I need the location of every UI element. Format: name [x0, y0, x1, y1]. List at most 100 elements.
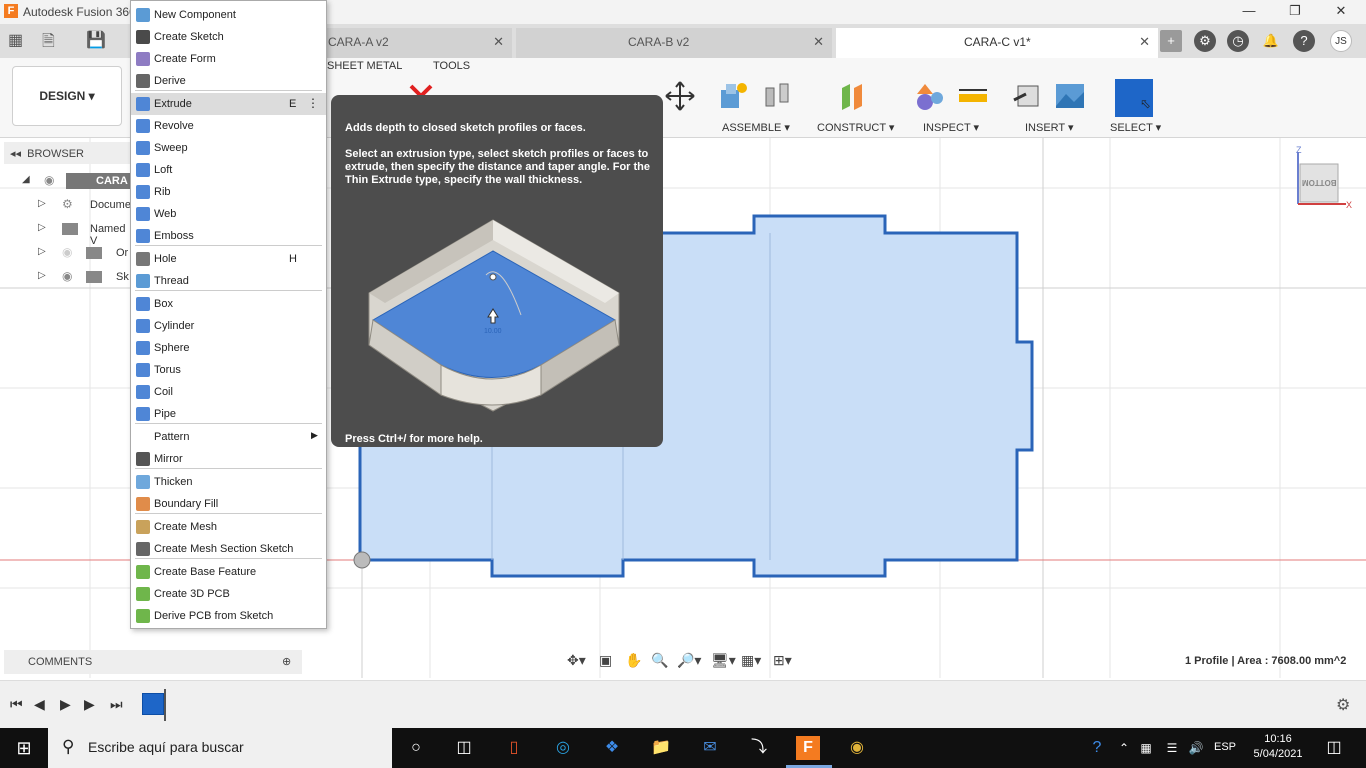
menu-item-emboss[interactable]: Emboss: [131, 225, 326, 247]
expand-icon[interactable]: ▷: [38, 270, 46, 281]
app-grid-icon[interactable]: ▦: [8, 30, 23, 50]
tray-expand-icon[interactable]: ⌃: [1112, 736, 1136, 760]
menu-item-torus[interactable]: Torus: [131, 359, 326, 381]
display-settings-icon[interactable]: 🖥▾: [711, 652, 736, 669]
tab-cara-c[interactable]: CARA-C v1* ✕: [836, 28, 1158, 58]
dropbox-icon[interactable]: ❖: [600, 736, 624, 760]
offset-plane-icon[interactable]: [836, 80, 868, 112]
menu-item-revolve[interactable]: Revolve: [131, 115, 326, 137]
mail-icon[interactable]: ✉: [698, 736, 722, 760]
menu-item-create-form[interactable]: Create Form: [131, 48, 326, 70]
notifications-icon[interactable]: 🔔: [1260, 30, 1282, 52]
comments-panel[interactable]: COMMENTS ⊕: [4, 650, 302, 674]
orbit-icon[interactable]: ✥▾: [567, 652, 586, 669]
extensions-icon[interactable]: ⚙: [1194, 30, 1216, 52]
menu-item-create-sketch[interactable]: Create Sketch: [131, 26, 326, 48]
close-tab-icon[interactable]: ✕: [1139, 34, 1150, 50]
chrome-browser-icon[interactable]: ◉: [845, 736, 869, 760]
maximize-button[interactable]: ❐: [1272, 2, 1318, 22]
menu-item-thread[interactable]: Thread: [131, 270, 326, 292]
menu-item-coil[interactable]: Coil: [131, 381, 326, 403]
menu-item-sweep[interactable]: Sweep: [131, 137, 326, 159]
menu-item-loft[interactable]: Loft: [131, 159, 326, 181]
help-tray-icon[interactable]: ?: [1085, 736, 1109, 760]
interference-icon[interactable]: [913, 80, 945, 112]
windows-start-icon[interactable]: ⊞: [12, 736, 36, 760]
office-icon[interactable]: ▯: [502, 736, 526, 760]
inspect-menu[interactable]: INSPECT ▾: [923, 121, 979, 134]
browser-item-document-settings[interactable]: ▷ ⚙ Docume: [0, 194, 131, 216]
step-back-icon[interactable]: ◀: [34, 696, 45, 713]
taskbar-clock[interactable]: 10:16 5/04/2021: [1250, 732, 1306, 762]
workspace-switcher-button[interactable]: DESIGN ▾: [12, 66, 122, 126]
menu-item-derive[interactable]: Derive: [131, 70, 326, 92]
notifications-center-icon[interactable]: ◫: [1322, 736, 1346, 760]
menu-item-derive-pcb-from-sketch[interactable]: Derive PCB from Sketch: [131, 605, 326, 627]
insert-menu[interactable]: INSERT ▾: [1025, 121, 1074, 134]
menu-item-new-component[interactable]: New Component: [131, 4, 326, 26]
tab-tools[interactable]: TOOLS: [433, 60, 470, 72]
menu-item-create-mesh[interactable]: Create Mesh: [131, 516, 326, 538]
collapse-icon[interactable]: ◢: [22, 174, 30, 185]
expand-icon[interactable]: ▷: [38, 246, 46, 257]
go-to-start-icon[interactable]: ⏮: [10, 696, 23, 713]
measure-icon[interactable]: [957, 80, 989, 112]
fit-icon[interactable]: 🔎▾: [677, 652, 701, 669]
close-tab-icon[interactable]: ✕: [493, 34, 504, 50]
visibility-eye-icon[interactable]: ◉: [44, 173, 54, 187]
assemble-menu[interactable]: ASSEMBLE ▾: [722, 121, 790, 134]
menu-item-mirror[interactable]: Mirror: [131, 448, 326, 470]
menu-item-hole[interactable]: Hole H: [131, 248, 326, 270]
file-explorer-icon[interactable]: 📁: [649, 736, 673, 760]
menu-item-create-3d-pcb[interactable]: Create 3D PCB: [131, 583, 326, 605]
help-icon[interactable]: ?: [1293, 30, 1315, 52]
expand-icon[interactable]: ▷: [38, 222, 46, 233]
menu-item-create-base-feature[interactable]: Create Base Feature: [131, 561, 326, 583]
tab-cara-a[interactable]: CARA-A v2 ✕: [318, 28, 512, 58]
browser-item-origin[interactable]: ▷ ◉ Or: [0, 242, 130, 264]
move-icon[interactable]: [664, 80, 696, 112]
menu-item-thicken[interactable]: Thicken: [131, 471, 326, 493]
hidden-eye-icon[interactable]: ◉: [62, 245, 72, 259]
menu-item-cylinder[interactable]: Cylinder: [131, 315, 326, 337]
go-to-end-icon[interactable]: ⏭: [110, 696, 123, 713]
select-menu[interactable]: SELECT ▾: [1110, 121, 1161, 134]
edge-browser-icon[interactable]: ◎: [551, 736, 575, 760]
save-icon[interactable]: 💾: [86, 30, 106, 50]
language-indicator[interactable]: ESP: [1214, 741, 1236, 753]
joint-icon[interactable]: [761, 80, 793, 112]
timeline-settings-gear-icon[interactable]: ⚙: [1336, 695, 1350, 715]
close-window-button[interactable]: ✕: [1318, 2, 1364, 22]
tab-cara-b[interactable]: CARA-B v2 ✕: [516, 28, 832, 58]
fusion-taskbar-icon[interactable]: F: [796, 736, 820, 760]
insert-canvas-icon[interactable]: [1054, 80, 1086, 112]
add-comment-icon[interactable]: ⊕: [282, 655, 291, 668]
menu-item-sphere[interactable]: Sphere: [131, 337, 326, 359]
user-avatar[interactable]: JS: [1330, 30, 1352, 52]
volume-icon[interactable]: 🔊: [1184, 736, 1208, 760]
spark-app-icon[interactable]: ⤵: [747, 736, 771, 760]
job-status-icon[interactable]: ◷: [1227, 30, 1249, 52]
menu-item-pipe[interactable]: Pipe: [131, 403, 326, 425]
minimize-button[interactable]: —: [1226, 2, 1272, 22]
play-icon[interactable]: ▶: [60, 696, 71, 713]
visibility-eye-icon[interactable]: ◉: [62, 269, 72, 283]
menu-item-boundary-fill[interactable]: Boundary Fill: [131, 493, 326, 515]
timeline-marker[interactable]: [164, 689, 166, 721]
menu-item-extrude[interactable]: Extrude E ⋮: [131, 93, 326, 115]
menu-item-pattern[interactable]: Pattern ▶: [131, 426, 326, 448]
expand-icon[interactable]: ▷: [38, 198, 46, 209]
network-icon[interactable]: ☰: [1160, 736, 1184, 760]
pan-hand-icon[interactable]: ✋: [625, 652, 642, 669]
timeline-sketch-feature[interactable]: [142, 693, 164, 715]
tab-sheet-metal[interactable]: SHEET METAL: [327, 60, 402, 72]
grid-settings-icon[interactable]: ▦▾: [741, 652, 761, 669]
browser-item-sketches[interactable]: ▷ ◉ Sk: [0, 266, 130, 288]
look-at-icon[interactable]: ▣: [599, 652, 612, 669]
construct-menu[interactable]: CONSTRUCT ▾: [817, 121, 894, 134]
menu-item-create-mesh-section-sketch[interactable]: Create Mesh Section Sketch: [131, 538, 326, 560]
step-forward-icon[interactable]: ▶: [84, 696, 95, 713]
browser-item-root[interactable]: ◢ ◉ CARA: [0, 170, 130, 192]
new-tab-icon[interactable]: +: [1160, 30, 1182, 52]
menu-item-web[interactable]: Web: [131, 203, 326, 225]
